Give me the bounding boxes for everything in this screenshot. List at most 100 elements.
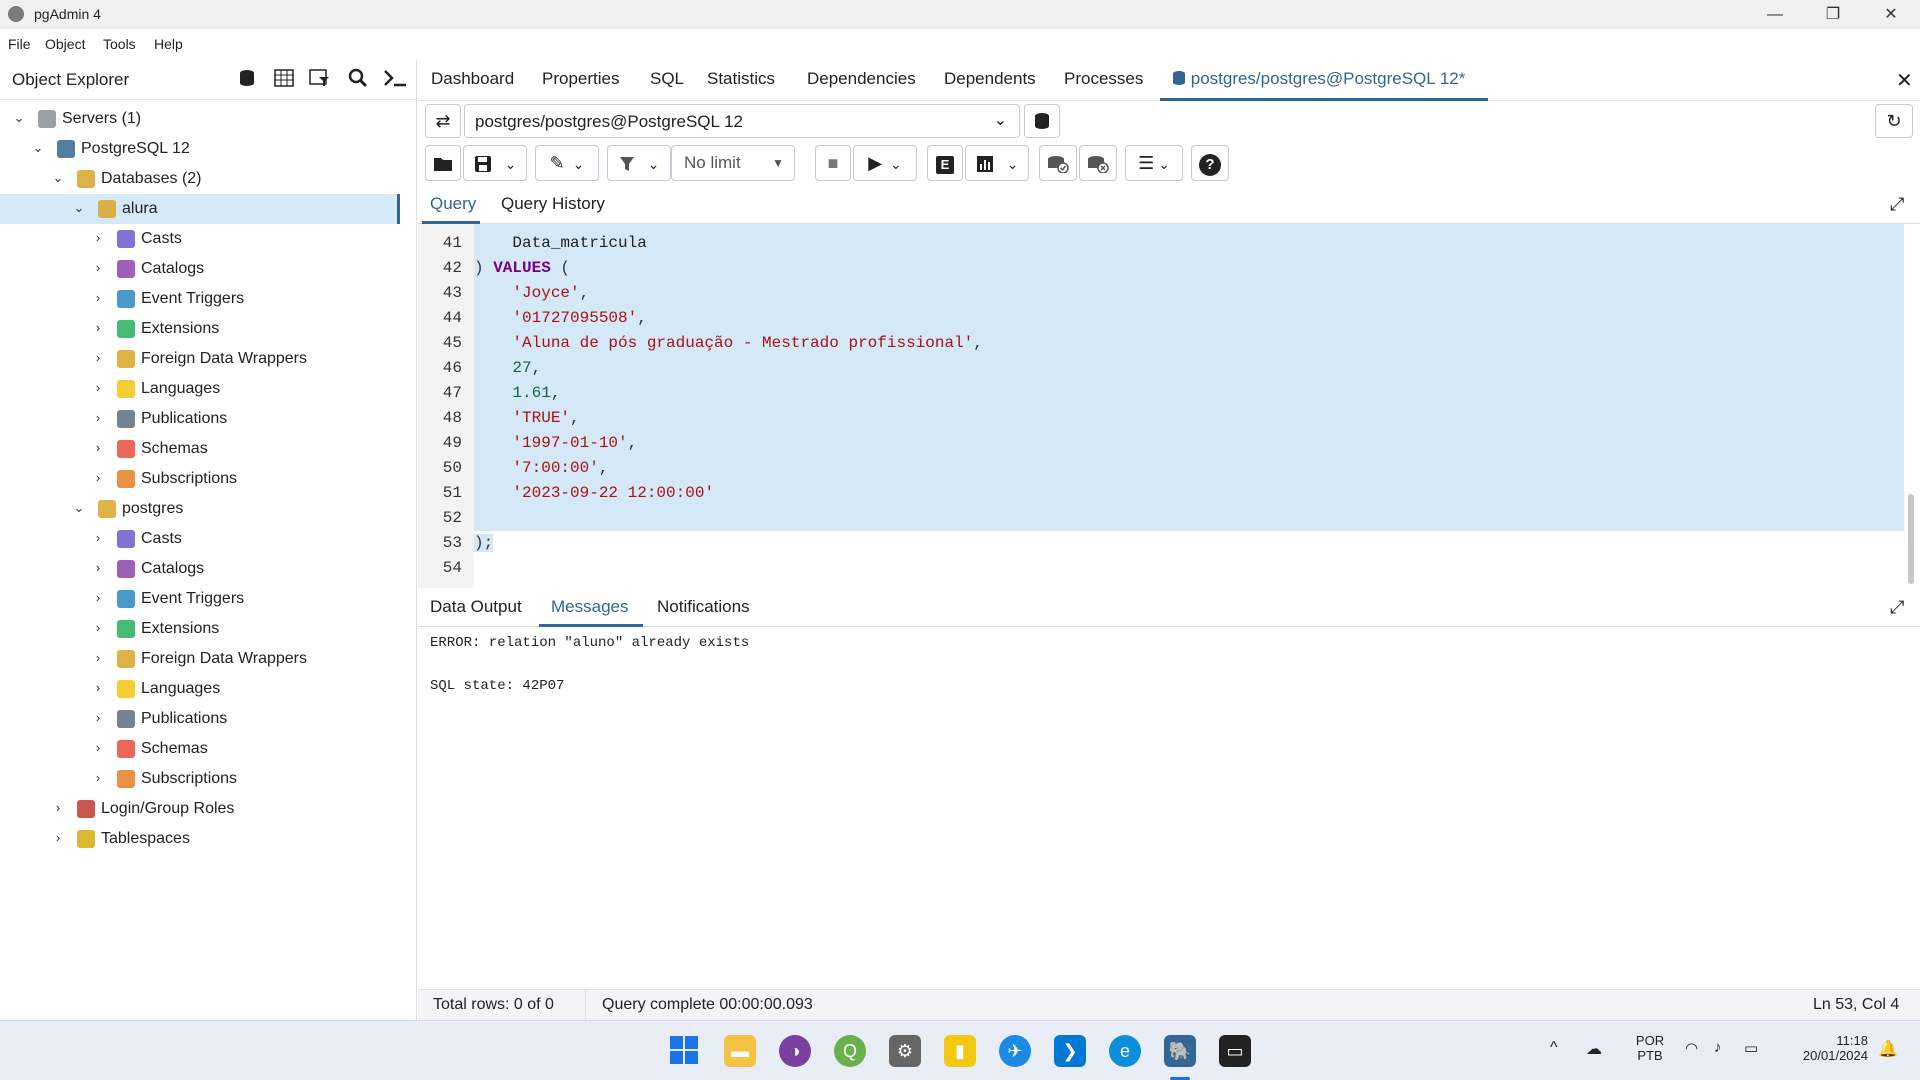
connection-status-icon[interactable]: ⇄ [425,104,461,138]
chevron-right-icon[interactable]: › [91,680,105,695]
menu-tools[interactable]: Tools [103,36,136,52]
chevron-right-icon[interactable]: › [91,650,105,665]
chevron-right-icon[interactable]: › [91,710,105,725]
tree-item[interactable]: ⌄ Databases (2) [0,164,400,194]
expand-results-icon[interactable]: ⤢ [1890,597,1904,618]
scrollbar-thumb[interactable] [1908,494,1914,584]
tab-sql[interactable]: SQL [650,69,684,89]
tree-item[interactable]: › Publications [0,404,400,434]
tab-notifications[interactable]: Notifications [657,597,750,617]
tree-item[interactable]: › Extensions [0,314,400,344]
tree-item[interactable]: › Catalogs [0,554,400,584]
tree-item[interactable]: ⌄ postgres [0,494,400,524]
volume-icon[interactable]: ♪ [1714,1039,1722,1056]
psql-terminal-icon[interactable] [381,68,409,94]
tab-dashboard[interactable]: Dashboard [431,69,514,89]
tree-item[interactable]: › Login/Group Roles [0,794,400,824]
tab-query[interactable]: Query [430,194,476,214]
tree-item[interactable]: › Extensions [0,614,400,644]
tree-item[interactable]: › Casts [0,524,400,554]
pgadmin-taskbar-icon[interactable]: 🐘 [1164,1035,1196,1067]
macros-dropdown-chevron-icon[interactable]: ⌄ [1158,156,1170,172]
chevron-right-icon[interactable]: › [91,560,105,575]
wifi-icon[interactable]: ◠ [1685,1039,1698,1057]
tab-statistics[interactable]: Statistics [707,69,775,89]
tree-item[interactable]: › Foreign Data Wrappers [0,644,400,674]
commit-icon[interactable] [1039,145,1077,181]
query-tool-db-icon[interactable] [233,68,261,94]
tree-item[interactable]: › Languages [0,674,400,704]
chevron-right-icon[interactable]: › [91,380,105,395]
vscode-icon[interactable]: ❯ [1054,1035,1086,1067]
restore-button[interactable]: ❐ [1810,0,1856,29]
tab-dependencies[interactable]: Dependencies [807,69,916,89]
editor-scrollbar[interactable] [1904,224,1918,588]
execute-dropdown-chevron-icon[interactable]: ⌄ [890,156,902,172]
tree-item[interactable]: ⌄ alura [0,194,400,224]
explain-analyze-button[interactable]: ⌄ [965,145,1029,181]
tree-item[interactable]: ⌄ Servers (1) [0,104,400,134]
chevron-down-icon[interactable]: ⌄ [72,500,86,516]
tree-item[interactable]: › Event Triggers [0,584,400,614]
tree-item[interactable]: › Tablespaces [0,824,400,854]
edge-icon[interactable]: e [1109,1035,1141,1067]
help-icon[interactable]: ? [1191,145,1229,181]
clock[interactable]: 11:18 20/01/2024 [1782,1033,1868,1063]
new-connection-icon[interactable] [1024,104,1060,138]
tree-item[interactable]: › Publications [0,704,400,734]
chevron-right-icon[interactable]: › [91,620,105,635]
tree-item[interactable]: › Casts [0,224,400,254]
tree-item[interactable]: › Foreign Data Wrappers [0,344,400,374]
minimize-button[interactable]: — [1752,0,1798,29]
file-explorer-icon[interactable]: ▬ [724,1035,756,1067]
power-bi-icon[interactable]: ▮ [944,1035,976,1067]
chevron-right-icon[interactable]: › [91,320,105,335]
tab-messages[interactable]: Messages [551,597,628,617]
stop-icon[interactable]: ■ [815,145,851,181]
chevron-right-icon[interactable]: › [91,740,105,755]
expand-icon[interactable]: ⤢ [1890,194,1904,215]
menu-object[interactable]: Object [45,36,85,52]
tree-item[interactable]: › Languages [0,374,400,404]
refresh-icon[interactable]: ↻ [1875,104,1913,138]
filter-button[interactable]: ⌄ [607,145,671,181]
tree-item[interactable]: › Subscriptions [0,464,400,494]
tree-item[interactable]: › Schemas [0,434,400,464]
explain-dropdown-chevron-icon[interactable]: ⌄ [1007,156,1019,172]
execute-button[interactable]: ▶ ⌄ [853,145,917,181]
windows-start-icon[interactable] [668,1035,700,1067]
chevron-down-icon[interactable]: ⌄ [12,110,26,126]
tree-item[interactable]: › Subscriptions [0,764,400,794]
notifications-bell-icon[interactable]: 🔔 [1878,1039,1898,1059]
chevron-right-icon[interactable]: › [91,230,105,245]
tree-item[interactable]: › Event Triggers [0,284,400,314]
edit-button[interactable]: ✎ ⌄ [535,145,599,181]
chevron-right-icon[interactable]: › [91,350,105,365]
app-icon[interactable]: ⚙ [889,1035,921,1067]
chevron-right-icon[interactable]: › [91,530,105,545]
connection-select[interactable]: postgres/postgres@PostgreSQL 12 ⌄ [464,104,1020,138]
tab-dependents[interactable]: Dependents [944,69,1036,89]
battery-icon[interactable]: ▭ [1744,1039,1758,1057]
chevron-down-icon[interactable]: ⌄ [31,140,45,156]
chevron-right-icon[interactable]: › [91,770,105,785]
chevron-down-icon[interactable]: ⌄ [72,200,86,216]
tree-item[interactable]: › Schemas [0,734,400,764]
app-blue-icon[interactable]: ✈ [999,1035,1031,1067]
chevron-down-icon[interactable]: ⌄ [51,170,65,186]
menu-help[interactable]: Help [154,36,183,52]
tab-query-history[interactable]: Query History [501,194,605,214]
chevron-right-icon[interactable]: › [91,260,105,275]
chevron-right-icon[interactable]: › [51,800,65,815]
chevron-right-icon[interactable]: › [91,410,105,425]
tab-properties[interactable]: Properties [542,69,619,89]
tree-item[interactable]: › Catalogs [0,254,400,284]
save-file-button[interactable]: ⌄ [463,145,527,181]
terminal-icon[interactable]: ▭ [1219,1035,1251,1067]
chevron-right-icon[interactable]: › [91,590,105,605]
view-data-table-icon[interactable] [270,68,298,94]
close-window-button[interactable]: ✕ [1868,0,1914,29]
onedrive-icon[interactable]: ☁ [1586,1039,1602,1059]
qgis-icon[interactable]: Q [834,1035,866,1067]
chevron-right-icon[interactable]: › [91,470,105,485]
